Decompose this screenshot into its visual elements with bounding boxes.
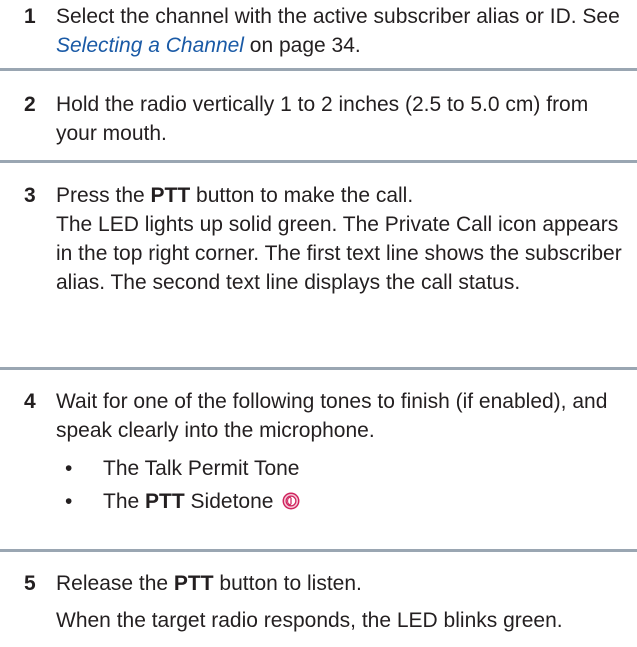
step-4: 4 Wait for one of the following tones to…: [0, 370, 637, 552]
step-text-after: on page 34.: [243, 34, 361, 57]
ptt-label: PTT: [150, 184, 191, 207]
step-5: 5 Release the PTT button to listen. When…: [0, 552, 637, 635]
step-3: 3 Press the PTT button to make the call.…: [0, 163, 637, 370]
selecting-a-channel-link[interactable]: Selecting a Channel: [56, 34, 244, 57]
step-number: 1: [24, 5, 36, 28]
step-text-line1: Release the PTT button to listen.: [56, 569, 629, 598]
list-item-text-before: The: [103, 490, 146, 513]
list-item: • The PTT Sidetone: [56, 487, 629, 516]
step-1: 1 Select the channel with the active sub…: [0, 0, 637, 71]
step-number: 2: [24, 93, 36, 116]
text-before: Press the: [56, 184, 151, 207]
step-text: Wait for one of the following tones to f…: [56, 390, 608, 442]
step-text: Select the channel with the active subsc…: [56, 2, 629, 60]
step-text-line2: When the target radio responds, the LED …: [56, 609, 563, 632]
sidetone-icon: [282, 492, 300, 510]
text-before: Release the: [56, 572, 174, 595]
list-item: • The Talk Permit Tone: [56, 454, 629, 483]
list-item-text: The Talk Permit Tone: [103, 457, 300, 480]
step-text-line2: The LED lights up solid green. The Priva…: [56, 213, 622, 294]
ptt-label: PTT: [173, 572, 214, 595]
step-number: 5: [24, 572, 36, 595]
list-item-text-after: Sidetone: [184, 490, 274, 513]
ptt-label: PTT: [145, 490, 185, 513]
bullet-icon: •: [65, 457, 73, 480]
step-text: Hold the radio vertically 1 to 2 inches …: [56, 93, 589, 145]
tone-list: • The Talk Permit Tone • The PTT Sideton…: [56, 454, 629, 516]
step-text-before: Select the channel with the active subsc…: [56, 5, 620, 28]
step-number: 4: [24, 390, 36, 413]
step-2: 2 Hold the radio vertically 1 to 2 inche…: [0, 71, 637, 163]
text-after: button to listen.: [213, 572, 362, 595]
step-text-line1: Press the PTT button to make the call.: [56, 181, 629, 210]
bullet-icon: •: [65, 490, 73, 513]
procedure-steps: 1 Select the channel with the active sub…: [0, 0, 637, 635]
step-number: 3: [24, 184, 36, 207]
text-after: button to make the call.: [190, 184, 414, 207]
